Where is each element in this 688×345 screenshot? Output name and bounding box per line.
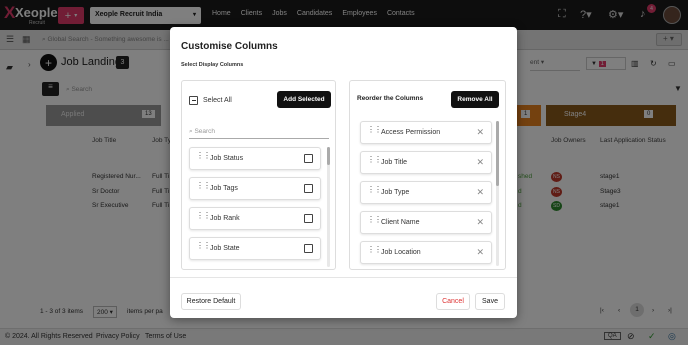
selected-column-item[interactable]: ⋮⋮ Client Name ✕ xyxy=(360,211,492,234)
column-checkbox[interactable] xyxy=(304,244,313,253)
drag-handle-icon[interactable]: ⋮⋮ xyxy=(367,186,382,198)
drag-handle-icon[interactable]: ⋮⋮ xyxy=(196,152,211,164)
remove-column-icon[interactable]: ✕ xyxy=(476,157,484,168)
remove-column-icon[interactable]: ✕ xyxy=(476,127,484,138)
column-label: Job Status xyxy=(210,155,244,162)
column-search-placeholder: Search xyxy=(194,128,216,135)
select-all-control[interactable]: Select All xyxy=(189,96,232,105)
available-column-item[interactable]: ⋮⋮ Job Rank xyxy=(189,207,321,230)
column-label: Access Permission xyxy=(381,129,441,136)
available-column-item[interactable]: ⋮⋮ Job State xyxy=(189,237,321,260)
drag-handle-icon[interactable]: ⋮⋮ xyxy=(367,126,382,138)
drag-handle-icon[interactable]: ⋮⋮ xyxy=(367,246,382,258)
cancel-button[interactable]: Cancel xyxy=(436,293,470,310)
scrollbar-track xyxy=(327,147,330,267)
modal-footer-divider xyxy=(170,277,517,278)
column-label: Job Rank xyxy=(210,215,240,222)
column-checkbox[interactable] xyxy=(304,184,313,193)
modal-title: Customise Columns xyxy=(181,41,278,52)
column-label: Client Name xyxy=(381,219,420,226)
save-button[interactable]: Save xyxy=(475,293,505,310)
drag-handle-icon[interactable]: ⋮⋮ xyxy=(367,216,382,228)
column-checkbox[interactable] xyxy=(304,214,313,223)
column-label: Job State xyxy=(210,245,240,252)
column-label: Job Type xyxy=(381,189,410,196)
reorder-title: Reorder the Columns xyxy=(357,95,424,102)
column-label: Job Location xyxy=(381,249,421,256)
drag-handle-icon[interactable]: ⋮⋮ xyxy=(367,156,382,168)
drag-handle-icon[interactable]: ⋮⋮ xyxy=(196,182,211,194)
modal-subtitle: Select Display Columns xyxy=(181,62,244,68)
column-label: Job Tags xyxy=(210,185,238,192)
remove-all-button[interactable]: Remove All xyxy=(451,91,499,108)
select-all-label: Select All xyxy=(203,97,232,104)
column-checkbox[interactable] xyxy=(304,154,313,163)
customise-columns-modal: Customise Columns Select Display Columns… xyxy=(170,27,517,318)
available-column-item[interactable]: ⋮⋮ Job Status xyxy=(189,147,321,170)
column-search-input[interactable]: ⌕ Search xyxy=(189,125,329,139)
restore-default-button[interactable]: Restore Default xyxy=(181,293,241,310)
available-column-item[interactable]: ⋮⋮ Job Tags xyxy=(189,177,321,200)
select-all-checkbox[interactable] xyxy=(189,96,198,105)
selected-column-item[interactable]: ⋮⋮ Job Title ✕ xyxy=(360,151,492,174)
selected-column-item[interactable]: ⋮⋮ Job Type ✕ xyxy=(360,181,492,204)
scrollbar-thumb[interactable] xyxy=(496,121,499,186)
available-columns-panel: Select All Add Selected ⌕ Search ⋮⋮ Job … xyxy=(181,80,336,270)
selected-column-item[interactable]: ⋮⋮ Job Location ✕ xyxy=(360,241,492,264)
remove-column-icon[interactable]: ✕ xyxy=(476,247,484,258)
selected-column-item[interactable]: ⋮⋮ Access Permission ✕ xyxy=(360,121,492,144)
selected-columns-panel: Reorder the Columns Remove All ⋮⋮ Access… xyxy=(349,80,506,270)
column-label: Job Title xyxy=(381,159,408,166)
drag-handle-icon[interactable]: ⋮⋮ xyxy=(196,242,211,254)
drag-handle-icon[interactable]: ⋮⋮ xyxy=(196,212,211,224)
remove-column-icon[interactable]: ✕ xyxy=(476,187,484,198)
remove-column-icon[interactable]: ✕ xyxy=(476,217,484,228)
add-selected-button[interactable]: Add Selected xyxy=(277,91,331,108)
scrollbar-thumb[interactable] xyxy=(327,147,330,165)
